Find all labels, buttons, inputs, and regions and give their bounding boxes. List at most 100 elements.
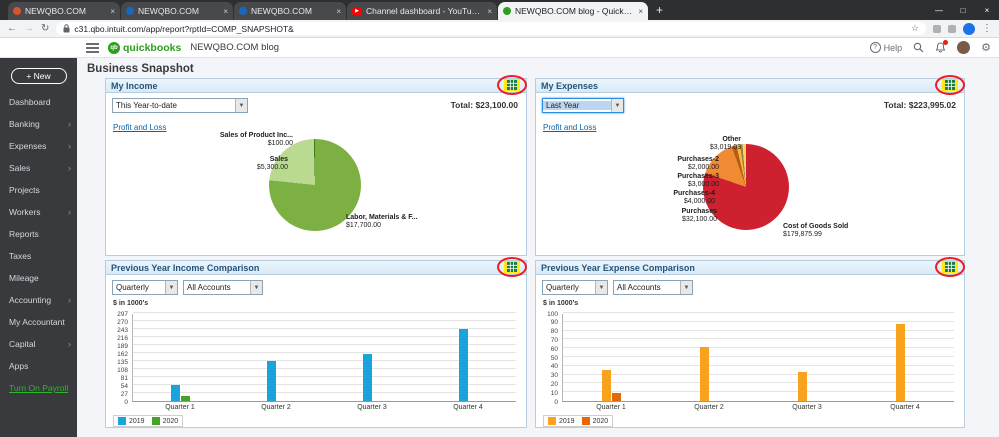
bar-group-quarter-2	[229, 314, 325, 401]
help-button[interactable]: ? Help	[869, 42, 902, 53]
extension-icon[interactable]	[933, 24, 941, 33]
sidebar-item-label: Capital	[9, 339, 36, 349]
hamburger-menu-icon[interactable]	[86, 42, 99, 53]
browser-tab[interactable]: NEWQBO.COM ×	[8, 2, 120, 20]
pie-label-name: Cost of Goods Sold	[783, 223, 849, 230]
sidebar-item-capital[interactable]: Capital ›	[0, 333, 77, 355]
sidebar-item-reports[interactable]: Reports	[0, 223, 77, 245]
sidebar-item-mileage[interactable]: Mileage	[0, 267, 77, 289]
sidebar-item-accounting[interactable]: Accounting ›	[0, 289, 77, 311]
legend-swatch	[151, 417, 160, 425]
export-icon[interactable]	[504, 79, 520, 91]
pie-label-value: $179,875.99	[783, 231, 822, 238]
expense-comparison-chart: $ in 1000's 0 10 20 30 40 50 60 70 80 90 100 Quarter…	[536, 276, 964, 427]
browser-tab[interactable]: NEWQBO.COM blog - QuickBoo... ×	[498, 2, 648, 20]
panel-body: $ in 1000's 0 27 54 81 108 135 162 189 216 243 270 2…	[106, 276, 526, 427]
y-tick-label: 80	[550, 328, 558, 336]
browser-profile-avatar[interactable]	[963, 22, 975, 35]
income-pie-chart: Sales of Product Inc... $100.00 Sales $5,30…	[106, 94, 526, 255]
export-icon[interactable]	[942, 261, 958, 273]
tab-close-icon[interactable]: ×	[487, 7, 492, 16]
url-text[interactable]: c31.qbo.intuit.com/app/report?rptId=COMP…	[74, 24, 907, 34]
minimize-icon[interactable]: —	[927, 0, 951, 20]
pie-slice-label-sales-of-product-inc: Sales of Product Inc... $100.00	[178, 132, 293, 148]
y-axis-label: $ in 1000's	[113, 300, 149, 307]
panel-header: My Expenses	[536, 75, 965, 95]
export-icon[interactable]	[504, 261, 520, 273]
notifications-bell-icon[interactable]	[935, 40, 949, 53]
forward-icon[interactable]: →	[24, 23, 34, 34]
tab-close-icon[interactable]: ×	[223, 7, 228, 16]
bookmark-star-icon[interactable]: ☆	[911, 23, 919, 34]
bar-2019-quarter-2	[700, 347, 710, 401]
notification-badge	[943, 40, 949, 45]
income-comparison-chart: $ in 1000's 0 27 54 81 108 135 162 189 216 243 270 2…	[106, 276, 526, 427]
browser-tab[interactable]: ▶ Channel dashboard - YouTube St ×	[347, 2, 497, 20]
browser-menu-icon[interactable]: ⋮	[982, 23, 992, 34]
y-tick-label: 27	[120, 390, 128, 398]
browser-tab[interactable]: NEWQBO.COM ×	[234, 2, 346, 20]
y-tick-label: 81	[120, 374, 128, 382]
back-icon[interactable]: ←	[7, 23, 17, 34]
browser-tab[interactable]: NEWQBO.COM ×	[121, 2, 233, 20]
profit-and-loss-link[interactable]: Profit and Loss	[113, 123, 166, 132]
caret-down-icon: ▼	[595, 281, 607, 294]
sidebar-item-label: Mileage	[9, 273, 39, 283]
legend-swatch	[581, 417, 590, 425]
bar-2019-quarter-3	[362, 353, 372, 401]
accounts-select[interactable]: All Accounts ▼	[183, 280, 263, 295]
export-icon[interactable]	[942, 79, 958, 91]
user-avatar[interactable]	[957, 41, 971, 54]
gridline	[133, 312, 516, 313]
frequency-select[interactable]: Quarterly ▼	[542, 280, 608, 295]
chart-legend: 2019 2020	[543, 415, 614, 427]
y-tick-label: 135	[117, 358, 128, 366]
tab-close-icon[interactable]: ×	[110, 7, 115, 16]
pie-label-value: $5,300.00	[256, 164, 288, 171]
sidebar-item-label: Sales	[9, 163, 31, 173]
maximize-icon[interactable]: □	[951, 0, 975, 20]
legend-item-2020: 2020	[581, 417, 608, 425]
address-bar[interactable]: c31.qbo.intuit.com/app/report?rptId=COMP…	[56, 22, 926, 35]
sidebar-item-expenses[interactable]: Expenses ›	[0, 135, 77, 157]
expenses-period-select[interactable]: Last Year ▼	[542, 98, 624, 113]
profit-and-loss-link[interactable]: Profit and Loss	[543, 123, 596, 132]
accounts-select[interactable]: All Accounts ▼	[613, 280, 693, 295]
sidebar-item-workers[interactable]: Workers ›	[0, 201, 77, 223]
bar-groups	[133, 314, 516, 401]
new-tab-button[interactable]: +	[656, 3, 663, 17]
chevron-right-icon: ›	[68, 141, 71, 151]
settings-gear-icon[interactable]: ⚙	[981, 41, 991, 54]
tab-close-icon[interactable]: ×	[638, 7, 643, 16]
bar-plot	[562, 312, 954, 402]
frequency-select[interactable]: Quarterly ▼	[112, 280, 178, 295]
sidebar-item-my-accountant[interactable]: My Accountant	[0, 311, 77, 333]
refresh-icon[interactable]: ↻	[41, 23, 49, 34]
sidebar-item-apps[interactable]: Apps	[0, 355, 77, 377]
tab-title: NEWQBO.COM	[251, 6, 312, 16]
x-axis-labels: Quarter 1 Quarter 2 Quarter 3 Quarter 4	[132, 404, 516, 411]
panel-title: My Income	[111, 80, 158, 91]
extension-icon[interactable]	[948, 24, 956, 33]
pie-slice-label-other: Other $3,019.03	[656, 136, 741, 152]
sidebar-item-projects[interactable]: Projects	[0, 179, 77, 201]
export-annotation	[935, 257, 965, 277]
tab-close-icon[interactable]: ×	[336, 7, 341, 16]
legend-swatch	[118, 417, 126, 425]
main-content: Business Snapshot My Income Sales of Pro…	[77, 58, 999, 437]
panel-body: $ in 1000's 0 10 20 30 40 50 60 70 80 90 100 Quarter…	[536, 276, 964, 427]
pie-label-name: Purchases-3	[677, 173, 719, 180]
sidebar-item-dashboard[interactable]: Dashboard	[0, 91, 77, 113]
youtube-favicon: ▶	[352, 7, 362, 15]
sidebar-item-banking[interactable]: Banking ›	[0, 113, 77, 135]
search-icon[interactable]	[913, 42, 924, 53]
sidebar-item-sales[interactable]: Sales ›	[0, 157, 77, 179]
chevron-right-icon: ›	[68, 339, 71, 349]
income-period-select[interactable]: This Year-to-date ▼	[112, 98, 248, 113]
sidebar-item-turn-on-payroll[interactable]: Turn On Payroll	[0, 377, 77, 399]
window-close-icon[interactable]: ×	[975, 0, 999, 20]
sidebar-item-taxes[interactable]: Taxes	[0, 245, 77, 267]
x-tick-label: Quarter 4	[890, 404, 920, 411]
legend-item-2019: 2019	[548, 417, 575, 425]
new-button[interactable]: + New	[10, 68, 67, 84]
